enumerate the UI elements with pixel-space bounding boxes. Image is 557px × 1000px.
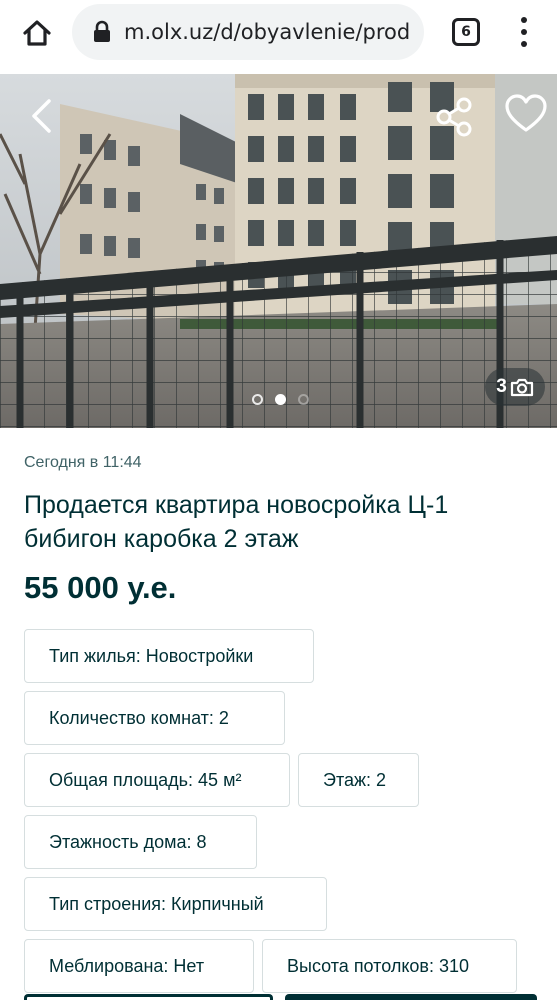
gallery-dot[interactable] — [252, 394, 263, 405]
message-button[interactable] — [24, 994, 273, 1000]
camera-icon — [510, 378, 533, 397]
tab-switcher-button[interactable]: 6 — [452, 18, 480, 46]
photo-count-badge[interactable]: 3 — [485, 368, 545, 406]
listing-price: 55 000 у.е. — [24, 570, 177, 605]
listing-title: Продается квартира новосройка Ц-1 бибиго… — [24, 491, 449, 553]
param-chip-floor: Этаж: 2 — [298, 753, 419, 807]
param-chip-rooms: Количество комнат: 2 — [24, 691, 285, 745]
photo-gallery[interactable]: 3 — [0, 74, 557, 428]
listing-date: Сегодня в 11:44 — [24, 454, 142, 471]
param-chip-housing-type: Тип жилья: Новостройки — [24, 629, 314, 683]
browser-menu-icon[interactable] — [514, 15, 534, 49]
photo-count-value: 3 — [496, 376, 507, 397]
param-chip-area: Общая площадь: 45 м² — [24, 753, 290, 807]
gallery-dot[interactable] — [298, 394, 309, 405]
favorite-heart-icon[interactable] — [504, 92, 548, 136]
address-bar[interactable]: m.olx.uz/d/obyavlenie/prod — [72, 4, 424, 60]
param-chip-building-type: Тип строения: Кирпичный — [24, 877, 327, 931]
gallery-dot-active[interactable] — [275, 394, 286, 405]
lock-icon — [94, 20, 110, 42]
param-chip-ceiling-height: Высота потолков: 310 — [262, 939, 517, 993]
call-button[interactable] — [285, 994, 537, 1000]
url-text: m.olx.uz/d/obyavlenie/prod — [124, 20, 411, 44]
home-icon[interactable] — [18, 14, 56, 52]
back-arrow-icon[interactable] — [22, 94, 62, 138]
param-chip-furnished: Меблирована: Нет — [24, 939, 254, 993]
param-chip-total-floors: Этажность дома: 8 — [24, 815, 257, 869]
share-icon[interactable] — [434, 96, 476, 138]
browser-toolbar: m.olx.uz/d/obyavlenie/prod 6 — [0, 0, 557, 74]
gallery-pagination — [252, 394, 309, 405]
